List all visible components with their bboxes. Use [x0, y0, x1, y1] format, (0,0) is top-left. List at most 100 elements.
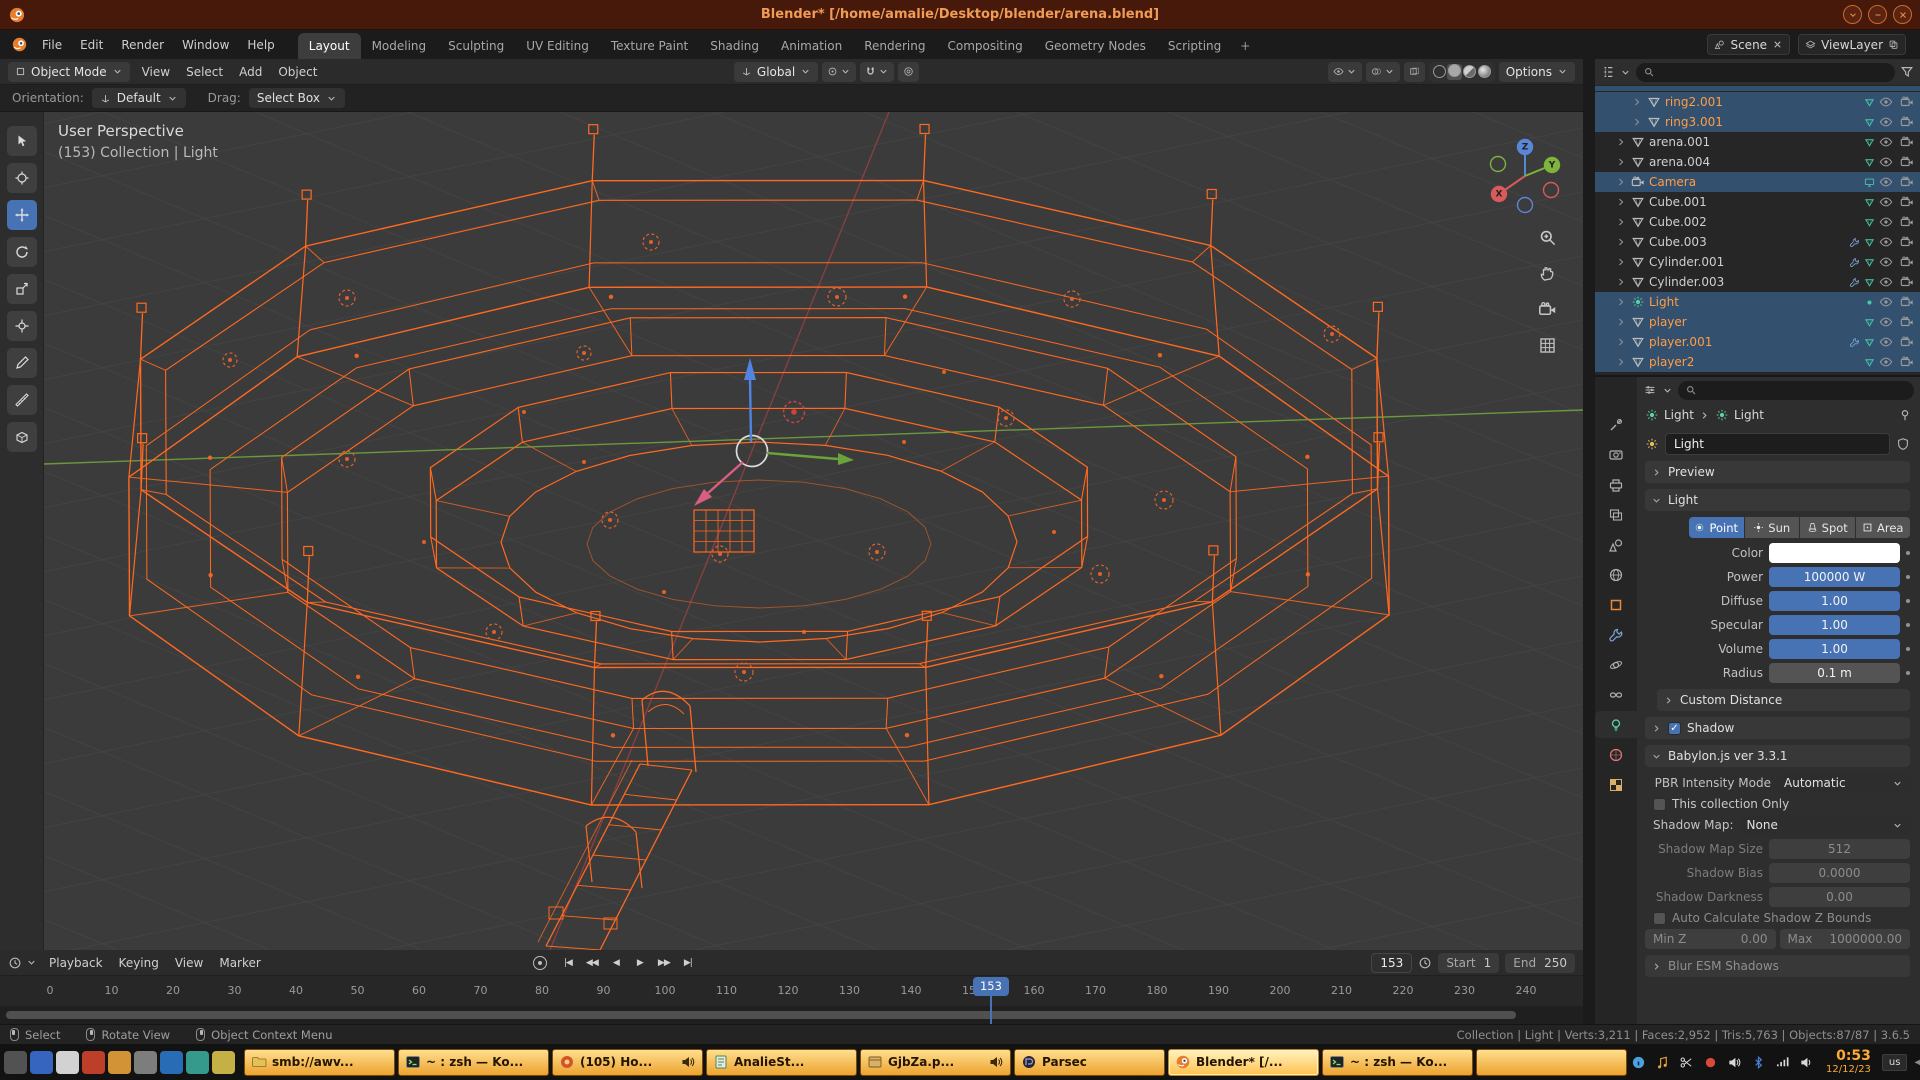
workspace-tab-shading[interactable]: Shading: [699, 33, 770, 59]
custom-distance-section-header[interactable]: Custom Distance: [1657, 689, 1910, 711]
taskbar-window-zsh-ko[interactable]: ~ : zsh — Ko...: [398, 1049, 549, 1076]
blender-menu-icon[interactable]: [11, 36, 28, 53]
animate-dot-icon[interactable]: [1906, 551, 1910, 555]
add-workspace-button[interactable]: +: [1232, 33, 1258, 59]
timeline-ruler[interactable]: 0102030405060708090100110120130140150160…: [0, 976, 1583, 1006]
outliner-search-input[interactable]: [1660, 63, 1888, 82]
shadow-bias-field[interactable]: 0.0000: [1769, 863, 1910, 883]
tool-select-box-button[interactable]: [7, 126, 37, 156]
scene-selector[interactable]: Scene: [1707, 34, 1790, 55]
animate-dot-icon[interactable]: [1906, 671, 1910, 675]
visibility-eye-icon[interactable]: [1879, 355, 1893, 369]
app-launcher-icon-1[interactable]: [4, 1051, 27, 1074]
app-launcher-icon-6[interactable]: [134, 1051, 157, 1074]
properties-tab-constraints[interactable]: [1595, 681, 1637, 708]
workspace-tab-compositing[interactable]: Compositing: [936, 33, 1033, 59]
power-field[interactable]: 100000 W: [1769, 567, 1900, 587]
tray-collapse-icon[interactable]: ◀: [1914, 1057, 1920, 1068]
expand-toggle-icon[interactable]: [1615, 276, 1627, 288]
color-swatch[interactable]: [1769, 543, 1900, 563]
min-z-field[interactable]: Min Z 0.00: [1645, 929, 1776, 949]
outliner-search[interactable]: [1636, 63, 1895, 82]
properties-tab-modifiers[interactable]: [1595, 621, 1637, 648]
breadcrumb-data[interactable]: Light: [1734, 408, 1764, 422]
visibility-eye-icon[interactable]: [1879, 95, 1893, 109]
properties-search-input[interactable]: [1702, 381, 1907, 400]
workspace-tab-layout[interactable]: Layout: [298, 33, 361, 59]
tray-volume-icon[interactable]: [1798, 1054, 1815, 1071]
keyboard-layout-indicator[interactable]: us: [1882, 1054, 1908, 1071]
expand-toggle-icon[interactable]: [1615, 176, 1627, 188]
properties-tab-material[interactable]: [1595, 741, 1637, 768]
outliner-row-player-001[interactable]: player.001: [1595, 332, 1920, 352]
pbr-intensity-dropdown[interactable]: Automatic: [1777, 773, 1910, 793]
visibility-eye-icon[interactable]: [1879, 175, 1893, 189]
viewport-hand-button[interactable]: [1538, 264, 1557, 286]
light-type-spot[interactable]: Spot: [1800, 517, 1855, 538]
blur-esm-section-header[interactable]: Blur ESM Shadows: [1645, 955, 1910, 977]
tray-record-icon[interactable]: [1702, 1054, 1719, 1071]
menu-window[interactable]: Window: [173, 34, 238, 56]
visibility-eye-icon[interactable]: [1879, 335, 1893, 349]
animate-dot-icon[interactable]: [1906, 575, 1910, 579]
radius-field[interactable]: 0.1 m: [1769, 663, 1900, 683]
end-frame-field[interactable]: End 250: [1505, 953, 1575, 973]
taskbar-window-analiest[interactable]: AnalieSt...: [706, 1049, 857, 1076]
render-visibility-icon[interactable]: [1900, 195, 1914, 209]
render-visibility-icon[interactable]: [1900, 255, 1914, 269]
outliner-row-ring2-001[interactable]: ring2.001: [1595, 92, 1920, 112]
app-launcher-icon-7[interactable]: [160, 1051, 183, 1074]
taskbar-window-105-ho[interactable]: (105) Ho...: [552, 1049, 703, 1076]
workspace-tab-modeling[interactable]: Modeling: [361, 33, 438, 59]
timeline-menu-view[interactable]: View: [167, 953, 211, 973]
use-preview-range-icon[interactable]: [1418, 956, 1432, 970]
viewport-camera-button[interactable]: [1538, 300, 1557, 322]
tray-scissors-icon[interactable]: [1678, 1054, 1695, 1071]
shadow-map-dropdown[interactable]: None: [1740, 815, 1910, 835]
outliner-row-partial[interactable]: [1595, 86, 1920, 91]
render-visibility-icon[interactable]: [1900, 155, 1914, 169]
jump-start-button[interactable]: |◀: [557, 954, 579, 972]
animate-dot-icon[interactable]: [1906, 599, 1910, 603]
properties-tab-render[interactable]: [1595, 441, 1637, 468]
visibility-eye-icon[interactable]: [1879, 195, 1893, 209]
properties-tab-scene[interactable]: [1595, 531, 1637, 558]
visibility-eye-icon[interactable]: [1879, 115, 1893, 129]
options-dropdown[interactable]: Options: [1499, 62, 1575, 82]
app-launcher-icon-5[interactable]: [108, 1051, 131, 1074]
shadow-section-header[interactable]: ✓ Shadow: [1645, 717, 1910, 739]
snap-toggle[interactable]: [860, 62, 894, 82]
tray-info-icon[interactable]: [1630, 1054, 1647, 1071]
unlink-scene-icon[interactable]: [1772, 39, 1783, 50]
outliner-row-player2[interactable]: player2: [1595, 352, 1920, 372]
shading-material-icon[interactable]: [1463, 65, 1476, 78]
light-name-field[interactable]: Light: [1665, 433, 1890, 455]
current-frame-field[interactable]: 153: [1371, 953, 1412, 973]
tool-move-button[interactable]: [7, 200, 37, 230]
workspace-tab-scripting[interactable]: Scripting: [1157, 33, 1232, 59]
pivot-point-selector[interactable]: [822, 62, 856, 82]
viewlayer-selector[interactable]: ViewLayer: [1798, 34, 1906, 55]
app-launcher-icon-8[interactable]: [186, 1051, 209, 1074]
render-visibility-icon[interactable]: [1900, 215, 1914, 229]
tool-measure-button[interactable]: [7, 385, 37, 415]
expand-toggle-icon[interactable]: [1615, 196, 1627, 208]
shadow-map-size-field[interactable]: 512: [1769, 839, 1910, 859]
render-visibility-icon[interactable]: [1900, 95, 1914, 109]
expand-toggle-icon[interactable]: [1615, 316, 1627, 328]
taskbar-window-smb-awv[interactable]: smb://awv...: [244, 1049, 395, 1076]
properties-search[interactable]: [1678, 381, 1914, 400]
expand-toggle-icon[interactable]: [1631, 116, 1643, 128]
tool-scale-button[interactable]: [7, 274, 37, 304]
render-visibility-icon[interactable]: [1900, 335, 1914, 349]
timeline-scrollbar[interactable]: [6, 1011, 1516, 1019]
render-visibility-icon[interactable]: [1900, 355, 1914, 369]
viewport-menu-select[interactable]: Select: [178, 62, 231, 82]
tool-rotate-button[interactable]: [7, 237, 37, 267]
prev-keyframe-button[interactable]: ◀◀: [581, 954, 603, 972]
taskbar-window-gjbza-p[interactable]: GjbZa.p...: [860, 1049, 1011, 1076]
expand-toggle-icon[interactable]: [1615, 216, 1627, 228]
outliner-row-cube-002[interactable]: Cube.002: [1595, 212, 1920, 232]
shading-rendered-icon[interactable]: [1478, 65, 1491, 78]
visibility-eye-icon[interactable]: [1879, 215, 1893, 229]
